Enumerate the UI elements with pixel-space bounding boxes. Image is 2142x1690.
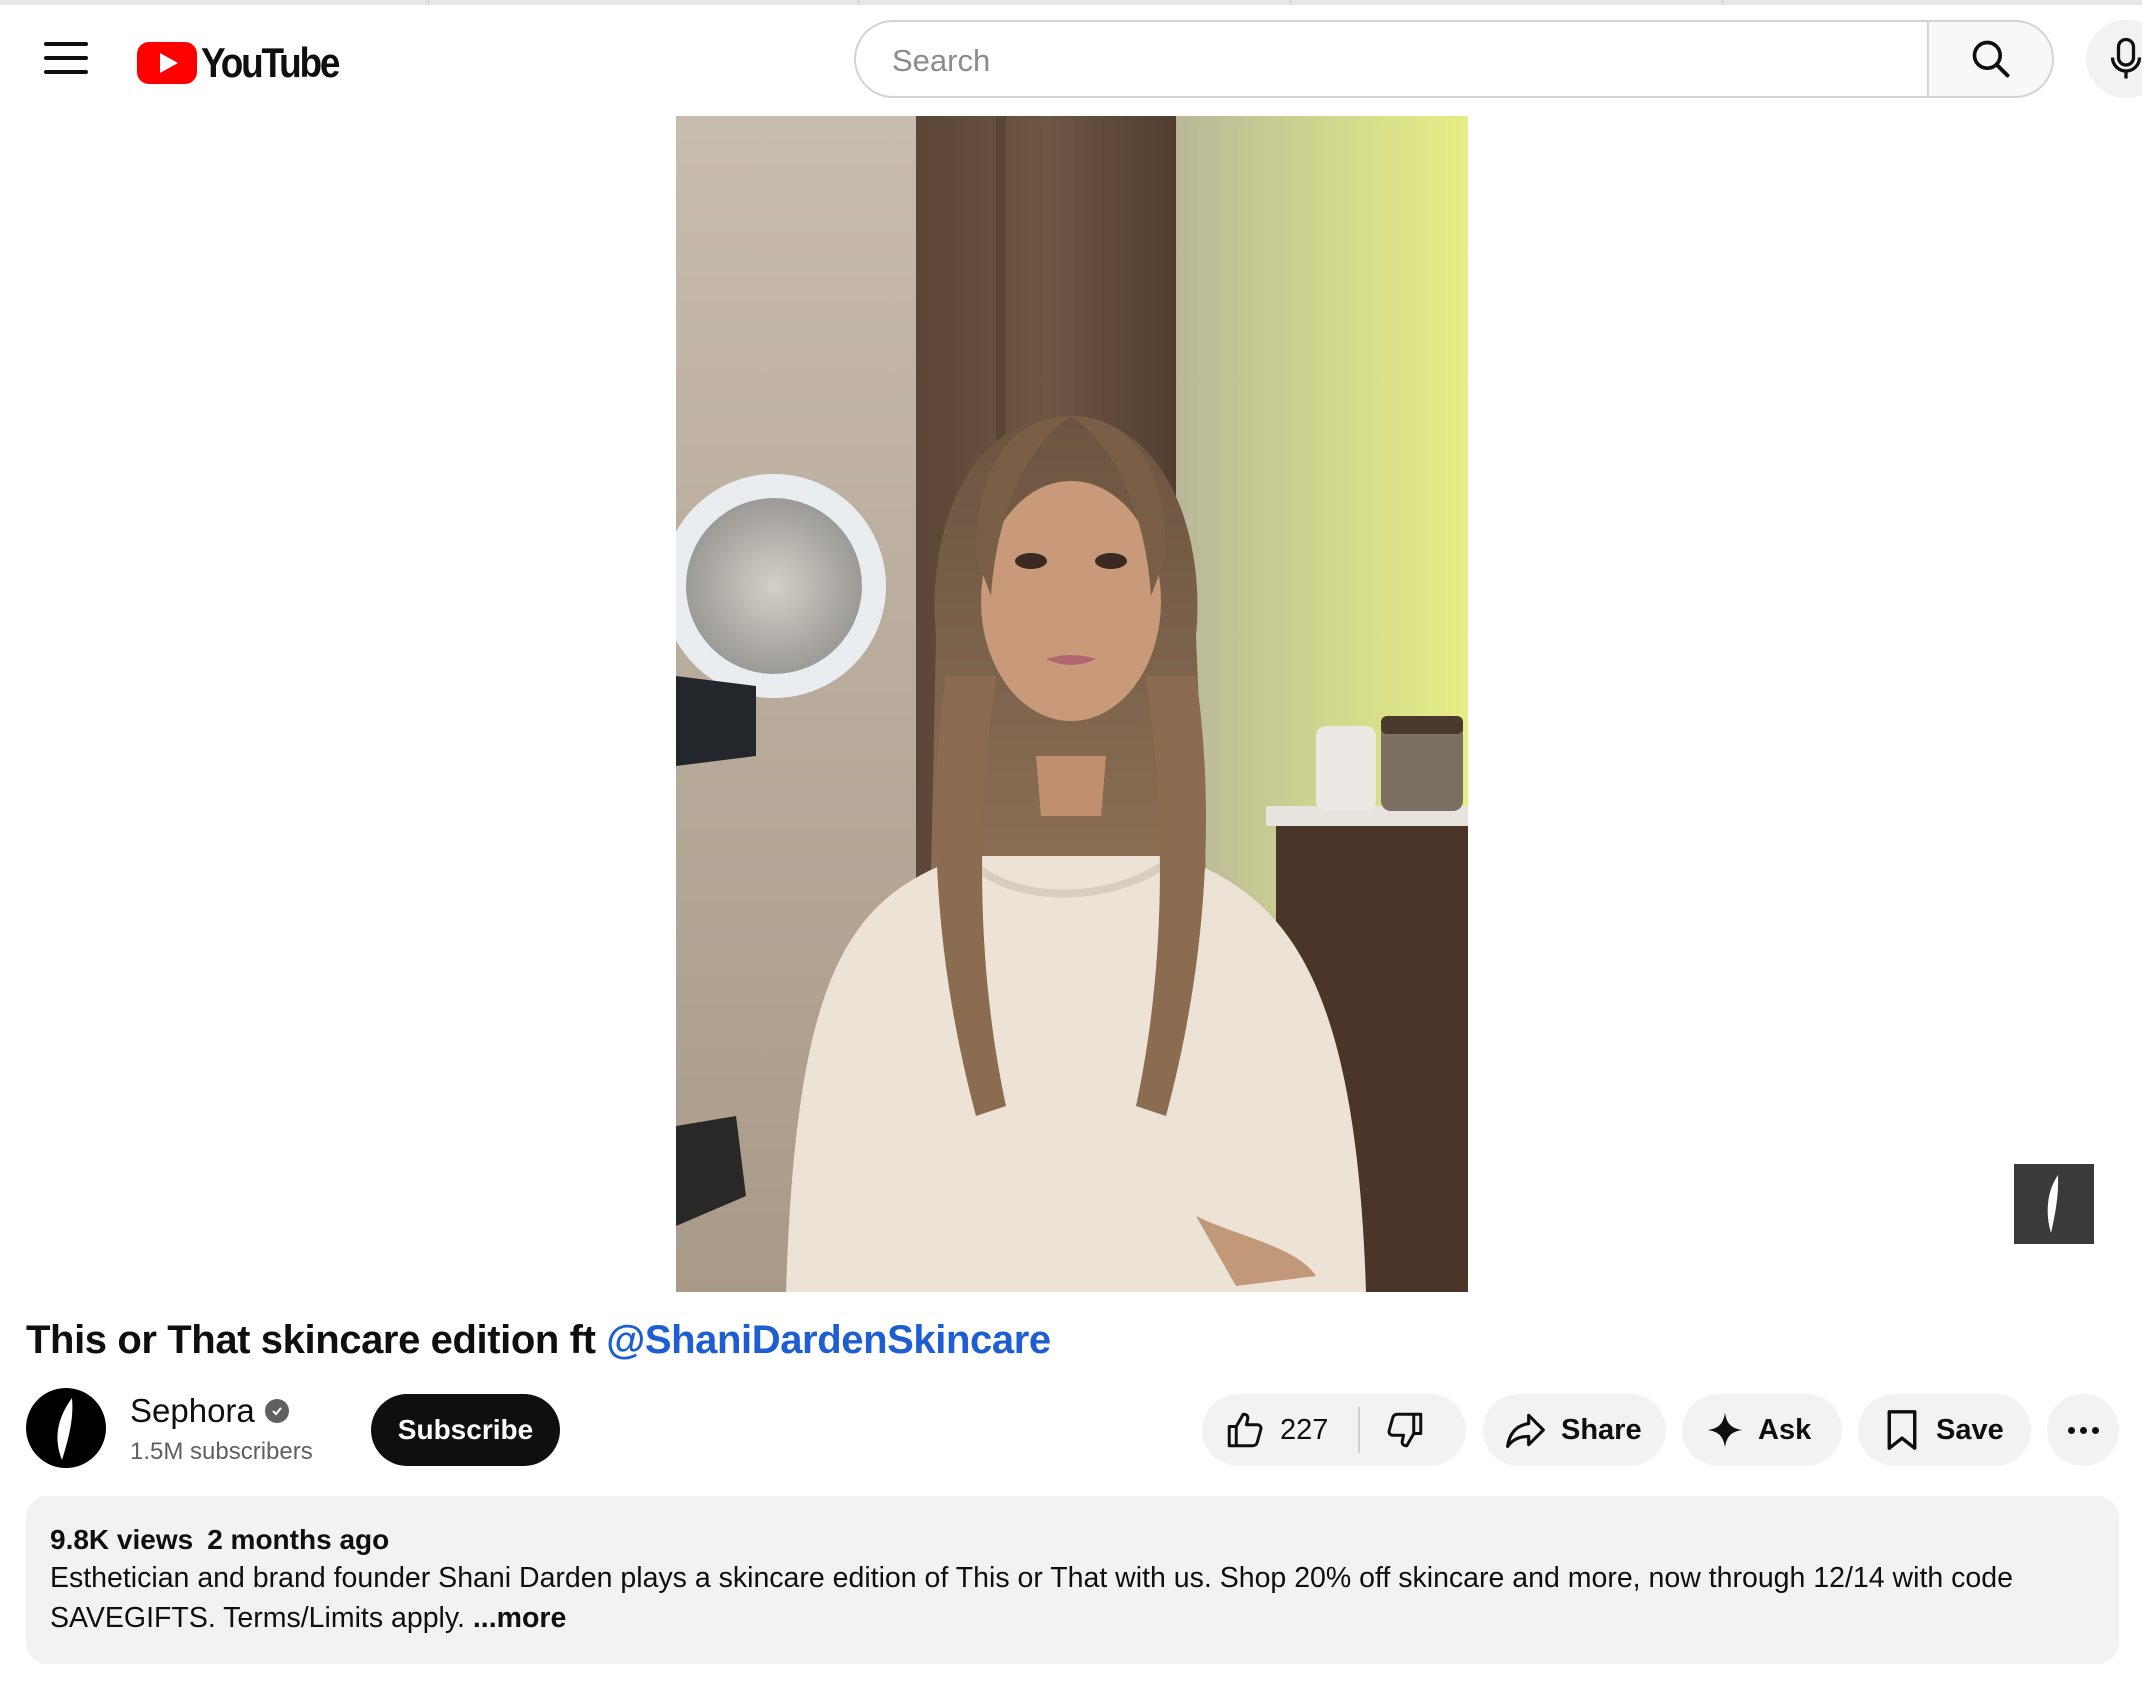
description-text: Esthetician and brand founder Shani Dard… bbox=[50, 1558, 2040, 1638]
upload-age: 2 months ago bbox=[207, 1524, 390, 1555]
sparkle-icon bbox=[1707, 1412, 1743, 1448]
save-label: Save bbox=[1936, 1413, 2004, 1446]
more-icon bbox=[2067, 1426, 2075, 1434]
like-count: 227 bbox=[1280, 1413, 1329, 1446]
play-logo-icon bbox=[137, 42, 197, 84]
search-button[interactable] bbox=[1927, 20, 2054, 98]
bookmark-icon bbox=[1887, 1410, 1917, 1450]
search-input[interactable] bbox=[890, 42, 1874, 80]
title-text: This or That skincare edition ft bbox=[26, 1318, 607, 1362]
video-title: This or That skincare edition ft @ShaniD… bbox=[26, 1318, 1051, 1363]
channel-avatar[interactable] bbox=[26, 1388, 106, 1468]
search-icon bbox=[1972, 40, 2010, 78]
description-body: Esthetician and brand founder Shani Dard… bbox=[50, 1562, 2013, 1634]
thumbs-up-icon bbox=[1227, 1412, 1263, 1448]
channel-name-text: Sephora bbox=[130, 1392, 255, 1429]
dislike-button[interactable] bbox=[1360, 1394, 1426, 1466]
search-box bbox=[854, 20, 1928, 98]
share-label: Share bbox=[1561, 1413, 1642, 1446]
like-button[interactable]: 227 bbox=[1202, 1394, 1328, 1466]
ask-label: Ask bbox=[1758, 1413, 1812, 1446]
more-actions-button[interactable] bbox=[2047, 1394, 2119, 1466]
subscriber-count: 1.5M subscribers bbox=[130, 1438, 313, 1465]
browser-top-strip bbox=[0, 0, 2142, 5]
channel-watermark[interactable] bbox=[2014, 1164, 2094, 1244]
voice-search-button[interactable] bbox=[2086, 20, 2142, 98]
like-dislike-group: 227 bbox=[1202, 1394, 1466, 1466]
channel-name[interactable]: Sephora bbox=[130, 1392, 289, 1430]
video-player[interactable] bbox=[676, 116, 1468, 1292]
view-count: 9.8K views bbox=[50, 1524, 194, 1555]
verified-icon bbox=[264, 1399, 289, 1423]
logo-text: YouTube bbox=[201, 39, 340, 86]
ask-button[interactable]: Ask bbox=[1682, 1394, 1842, 1466]
sephora-flame-icon bbox=[57, 1398, 73, 1460]
youtube-logo[interactable]: YouTube bbox=[137, 39, 357, 87]
menu-icon[interactable] bbox=[44, 42, 88, 78]
mic-icon bbox=[2110, 37, 2142, 79]
video-frame bbox=[676, 116, 1468, 1292]
share-icon bbox=[1506, 1413, 1545, 1449]
save-button[interactable]: Save bbox=[1858, 1394, 2031, 1466]
video-meta: 9.8K views 2 months ago bbox=[50, 1524, 2095, 1556]
description-box[interactable]: 9.8K views 2 months ago Esthetician and b… bbox=[26, 1496, 2119, 1664]
thumbs-down-icon bbox=[1387, 1412, 1423, 1448]
sephora-flame-icon bbox=[2047, 1175, 2059, 1233]
show-more-link[interactable]: ...more bbox=[473, 1602, 566, 1634]
share-button[interactable]: Share bbox=[1483, 1394, 1666, 1466]
channel-mention-link[interactable]: @ShaniDardenSkincare bbox=[606, 1318, 1051, 1362]
subscribe-button[interactable]: Subscribe bbox=[371, 1394, 560, 1466]
